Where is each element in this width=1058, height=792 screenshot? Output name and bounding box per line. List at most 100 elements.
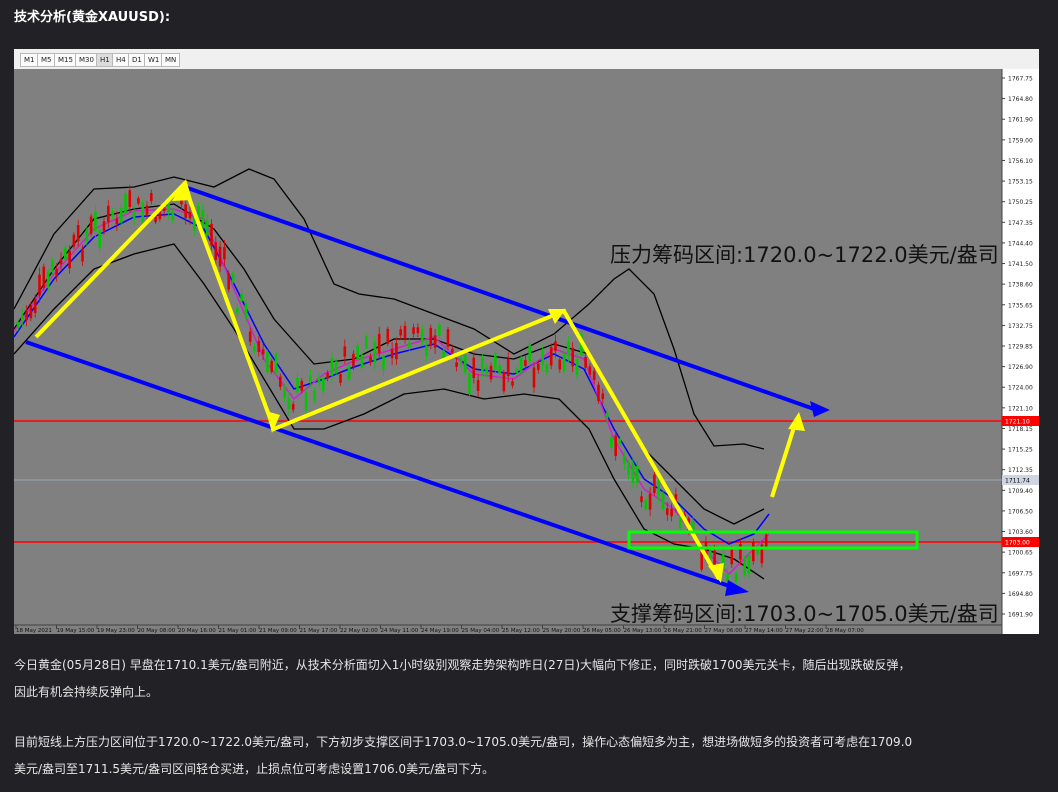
candle-body [429, 327, 433, 346]
candle-body [528, 344, 531, 362]
analysis-paragraph-1: 今日黄金(05月28日) 早盘在1710.1美元/盎司附近，从技术分析面切入1小… [14, 652, 1044, 706]
candle-body [29, 305, 33, 319]
candle-body [356, 345, 359, 360]
candle-body [145, 205, 149, 215]
resistance-zone-label: 压力筹码区间:1720.0~1722.0美元/盎司 [610, 243, 999, 267]
candle-body [459, 358, 463, 363]
candle-body [468, 373, 471, 395]
candle-body [489, 365, 493, 380]
candle-body [472, 357, 476, 379]
price-axis-label: 1700.65 [1008, 550, 1033, 557]
candle-body [653, 474, 656, 494]
candle-body [360, 354, 364, 368]
candle-body [300, 380, 304, 391]
candle-body [425, 345, 428, 357]
candle-body [416, 327, 420, 334]
time-axis-label: 21 May 01:00 [219, 628, 257, 634]
candle-body [592, 371, 596, 381]
price-axis-label: 1712.35 [1008, 467, 1033, 474]
timeframe-m30[interactable]: M30 [75, 53, 98, 67]
candle-body [137, 198, 140, 204]
candle-body [498, 365, 501, 374]
candle-body [408, 342, 411, 349]
time-axis-label: 24 May 11:00 [381, 628, 419, 634]
time-axis-label: 25 May 04:00 [462, 628, 500, 634]
support-zone-label: 支撑筹码区间:1703.0~1705.0美元/盎司 [610, 602, 999, 626]
price-tag-label: 1721.10 [1005, 419, 1030, 426]
candle-body [519, 357, 523, 373]
candle-body [132, 211, 136, 220]
price-axis-label: 1715.25 [1008, 447, 1033, 454]
candle-body [322, 377, 325, 392]
candle-body [764, 534, 768, 547]
candle-body [571, 347, 574, 367]
timeframe-m15[interactable]: M15 [54, 53, 77, 67]
time-axis-label: 27 May 06:00 [705, 628, 743, 634]
price-tag-label: 1711.74 [1005, 478, 1030, 485]
candle-body [274, 354, 278, 374]
candle-body [150, 192, 153, 202]
price-axis-label: 1706.50 [1008, 508, 1033, 515]
candle-body [386, 328, 390, 344]
candle-body [347, 365, 351, 380]
time-axis-label: 20 May 16:00 [178, 628, 216, 634]
candle-body [128, 190, 132, 207]
price-axis-label: 1718.15 [1008, 426, 1033, 433]
candle-body [223, 246, 226, 260]
timeframe-m5[interactable]: M5 [37, 53, 56, 67]
candle-body [524, 360, 527, 366]
price-axis-label: 1729.85 [1008, 344, 1033, 351]
candle-body [261, 349, 265, 355]
candle-body [558, 359, 562, 370]
analysis-paragraph-1-line2: 因此有机会持续反弹向上。 [14, 685, 159, 699]
candle-body [451, 348, 454, 353]
price-tag-label: 1703.00 [1005, 540, 1030, 547]
price-axis-label: 1744.40 [1008, 240, 1033, 247]
candle-body [756, 548, 759, 555]
candle-body [326, 372, 329, 379]
analysis-paragraph-2: 目前短线上方压力区间位于1720.0~1722.0美元/盎司，下方初步支撑区间于… [14, 729, 1044, 783]
candle-body [111, 211, 114, 216]
candle-body [124, 193, 127, 214]
time-axis-label: 26 May 05:00 [583, 628, 621, 634]
candle-body [635, 466, 639, 484]
candle-body [291, 404, 295, 410]
timeframe-mn[interactable]: MN [161, 53, 181, 67]
candle-body [752, 542, 755, 562]
chart-screenshot: M1 M5 M15 M30 H1 H4 D1 W1 MN 压力筹码区间:1720… [14, 49, 1039, 634]
candle-body [81, 249, 84, 262]
candle-body [313, 390, 316, 401]
page-heading: 技术分析(黄金XAUUSD): [14, 10, 171, 25]
candle-body [623, 456, 626, 465]
candle-body [365, 336, 368, 349]
candle-body [627, 464, 630, 475]
candle-body [739, 544, 742, 560]
candle-body [644, 500, 648, 509]
time-axis-label: 25 May 20:00 [543, 628, 581, 634]
candle-body [433, 335, 437, 348]
price-axis-label: 1767.75 [1008, 76, 1033, 83]
candle-body [334, 361, 338, 374]
candle-body [72, 234, 76, 247]
candle-body [575, 358, 579, 375]
candle-body [352, 353, 355, 367]
candle-body [382, 355, 385, 370]
candle-body [481, 357, 484, 373]
candle-body [59, 258, 63, 265]
price-axis-label: 1709.40 [1008, 488, 1033, 495]
candle-body [730, 549, 734, 565]
candle-body [184, 204, 187, 218]
candle-body [51, 260, 54, 273]
candle-body [64, 247, 67, 260]
candle-body [369, 356, 372, 363]
price-chart-svg: 压力筹码区间:1720.0~1722.0美元/盎司 支撑筹码区间:1703.0~… [14, 69, 1039, 634]
candle-body [605, 412, 609, 419]
price-axis-label: 1703.60 [1008, 529, 1033, 536]
timeframe-m1[interactable]: M1 [20, 53, 39, 67]
price-axis-label: 1764.80 [1008, 96, 1033, 103]
candle-body [33, 298, 37, 313]
candle-body [390, 348, 394, 359]
analysis-paragraph-1-line1: 今日黄金(05月28日) 早盘在1710.1美元/盎司附近，从技术分析面切入1小… [14, 658, 911, 672]
price-axis-label: 1747.35 [1008, 220, 1033, 227]
candle-body [107, 205, 110, 223]
